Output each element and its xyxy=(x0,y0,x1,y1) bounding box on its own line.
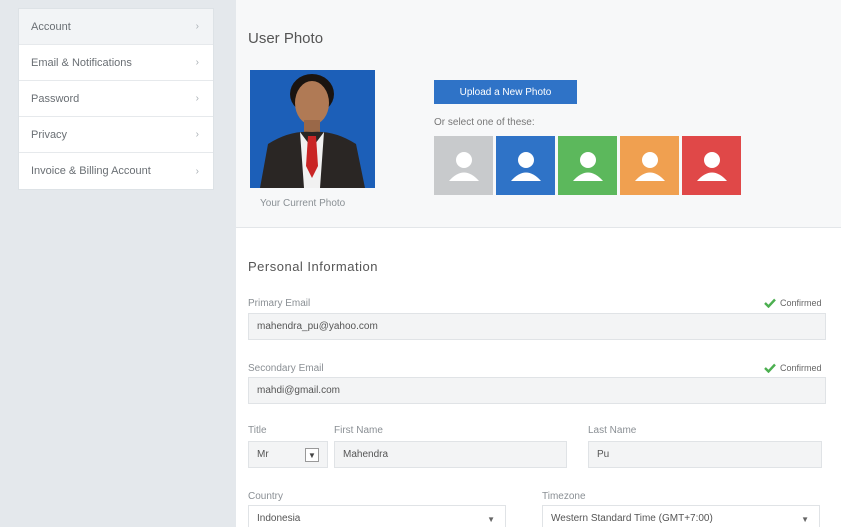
chevron-right-icon: › xyxy=(195,129,199,140)
title-select[interactable]: Mr ▼ xyxy=(248,441,328,468)
sidebar-item-label: Password xyxy=(31,92,80,105)
title-label: Title xyxy=(248,425,267,436)
timezone-select[interactable]: Western Standard Time (GMT+7:00) ▼ xyxy=(542,505,820,527)
secondary-email-value: mahdi@gmail.com xyxy=(257,385,340,396)
primary-email-field[interactable]: mahendra_pu@yahoo.com xyxy=(248,313,826,340)
user-icon xyxy=(448,151,479,181)
user-photo-title: User Photo xyxy=(248,30,324,47)
avatar-option-red[interactable] xyxy=(682,136,741,195)
secondary-email-status: Confirmed xyxy=(764,363,822,373)
avatar-option-green[interactable] xyxy=(558,136,617,195)
chevron-right-icon: › xyxy=(195,57,199,68)
user-icon xyxy=(572,151,603,181)
sidebar-item-account[interactable]: Account › xyxy=(19,9,213,45)
personal-information-title: Personal Information xyxy=(248,259,378,274)
first-name-field[interactable]: Mahendra xyxy=(334,441,567,468)
chevron-right-icon: › xyxy=(195,93,199,104)
default-avatar-options xyxy=(434,136,741,195)
secondary-email-status-text: Confirmed xyxy=(780,363,822,373)
user-icon xyxy=(634,151,665,181)
sidebar-item-label: Email & Notifications xyxy=(31,56,132,69)
primary-email-status: Confirmed xyxy=(764,298,822,308)
first-name-value: Mahendra xyxy=(343,449,389,460)
sidebar: Account › Email & Notifications › Passwo… xyxy=(0,0,236,527)
secondary-email-label: Secondary Email xyxy=(248,363,324,374)
main-content: User Photo Your Current Photo Upload a N… xyxy=(236,0,841,527)
secondary-email-field[interactable]: mahdi@gmail.com xyxy=(248,377,826,404)
country-select[interactable]: Indonesia ▼ xyxy=(248,505,506,527)
caret-down-icon: ▼ xyxy=(801,515,809,524)
sidebar-item-billing[interactable]: Invoice & Billing Account › xyxy=(19,153,213,189)
last-name-field[interactable]: Pu xyxy=(588,441,822,468)
sidebar-item-label: Account xyxy=(31,20,71,33)
sidebar-item-label: Invoice & Billing Account xyxy=(31,165,151,177)
user-icon xyxy=(696,151,727,181)
primary-email-label: Primary Email xyxy=(248,298,311,309)
timezone-label: Timezone xyxy=(542,491,586,502)
chevron-down-icon: ▼ xyxy=(305,448,319,462)
timezone-value: Western Standard Time (GMT+7:00) xyxy=(551,513,713,524)
primary-email-status-text: Confirmed xyxy=(780,298,822,308)
avatar-option-gray[interactable] xyxy=(434,136,493,195)
country-value: Indonesia xyxy=(257,513,301,524)
sidebar-item-privacy[interactable]: Privacy › xyxy=(19,117,213,153)
check-icon xyxy=(764,363,776,373)
sidebar-item-label: Privacy xyxy=(31,128,68,141)
settings-menu: Account › Email & Notifications › Passwo… xyxy=(18,8,214,190)
chevron-right-icon: › xyxy=(195,21,199,32)
sidebar-item-email-notifications[interactable]: Email & Notifications › xyxy=(19,45,213,81)
country-label: Country xyxy=(248,491,284,502)
avatar-option-blue[interactable] xyxy=(496,136,555,195)
title-value: Mr xyxy=(257,449,269,460)
current-user-photo xyxy=(250,70,375,188)
check-icon xyxy=(764,298,776,308)
upload-photo-button[interactable]: Upload a New Photo xyxy=(434,80,577,104)
first-name-label: First Name xyxy=(334,425,383,436)
default-avatar-label: Or select one of these: xyxy=(434,117,535,128)
last-name-value: Pu xyxy=(597,449,610,460)
user-icon xyxy=(510,151,541,181)
last-name-label: Last Name xyxy=(588,425,637,436)
primary-email-value: mahendra_pu@yahoo.com xyxy=(257,321,378,332)
photo-caption: Your Current Photo xyxy=(260,198,346,209)
sidebar-item-password[interactable]: Password › xyxy=(19,81,213,117)
user-portrait-image xyxy=(250,70,375,188)
caret-down-icon: ▼ xyxy=(487,515,495,524)
user-photo-section: User Photo Your Current Photo Upload a N… xyxy=(236,0,841,228)
chevron-right-icon: › xyxy=(195,165,199,177)
avatar-option-orange[interactable] xyxy=(620,136,679,195)
